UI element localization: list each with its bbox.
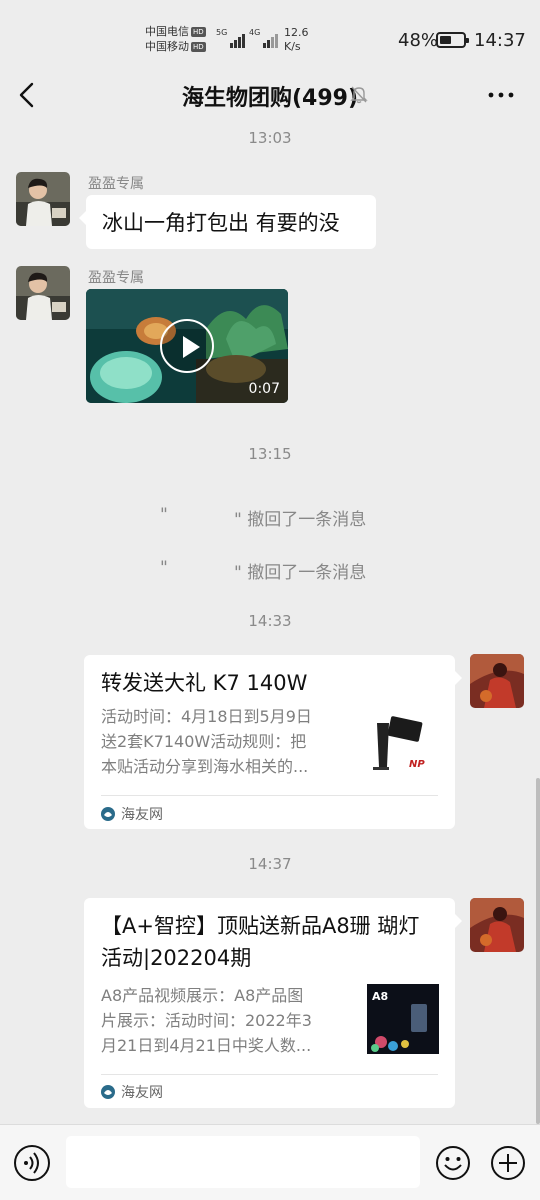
timestamp: 14:37 <box>248 855 292 873</box>
avatar[interactable] <box>16 172 70 226</box>
status-bar: 中国电信 HD 中国移动 HD 5G 4G 12.6 K/s 48% 14:37 <box>0 0 540 70</box>
message-list[interactable]: 13:03 盈盈专属 冰山一角打包出 有要的没 盈盈专属 0:07 13:15 … <box>0 120 540 1124</box>
timestamp: 13:15 <box>248 445 292 463</box>
link-card[interactable]: 【A+智控】顶贴送新品A8珊 瑚灯 活动|202204期 A8产品视频展示：A8… <box>84 898 462 1108</box>
network-speed: 12.6 K/s <box>284 26 309 53</box>
avatar[interactable] <box>16 266 70 320</box>
carrier-2: 中国移动 <box>145 40 189 53</box>
plus-icon[interactable] <box>490 1145 526 1181</box>
signal-5g-icon: 5G <box>216 28 246 48</box>
signal-4g-icon: 4G <box>249 28 279 48</box>
self-avatar[interactable] <box>470 654 524 708</box>
thumbnail-label: A8 <box>372 990 388 1003</box>
input-bar <box>0 1124 540 1200</box>
card-source: 海友网 <box>101 804 163 824</box>
card-desc-line: 月21日到4月21日中奖人数... <box>101 1036 312 1055</box>
battery-fill <box>440 36 451 44</box>
chat-header: 海生物团购(499) <box>0 70 540 120</box>
more-icon[interactable] <box>486 82 516 108</box>
source-logo-icon <box>101 1085 115 1099</box>
scrollbar[interactable] <box>536 778 540 1124</box>
card-thumbnail: NP <box>367 709 439 781</box>
voice-icon[interactable] <box>14 1145 50 1181</box>
message-text: 冰山一角打包出 有要的没 <box>102 211 340 235</box>
card-desc-line: 片展示：活动时间：2022年3 <box>101 1011 312 1030</box>
mute-bell-icon <box>350 86 368 104</box>
timestamp: 13:03 <box>248 129 292 147</box>
sender-name: 盈盈专属 <box>88 176 144 192</box>
battery-percent: 48% <box>398 30 439 51</box>
card-title: 转发送大礼 K7 140W <box>101 671 308 695</box>
card-thumbnail: A8 <box>367 984 439 1054</box>
self-avatar[interactable] <box>470 898 524 952</box>
page-title[interactable]: 海生物团购(499) <box>0 80 540 112</box>
message-bubble[interactable]: 冰山一角打包出 有要的没 <box>79 195 376 249</box>
svg-text:NP: NP <box>409 759 425 770</box>
video-duration: 0:07 <box>248 381 280 397</box>
hd-badge: HD <box>191 42 206 52</box>
card-desc-line: 本贴活动分享到海水相关的... <box>101 757 309 776</box>
carrier-info: 中国电信 HD 中国移动 HD <box>145 24 206 54</box>
timestamp: 14:33 <box>248 612 292 630</box>
link-card[interactable]: 转发送大礼 K7 140W 活动时间：4月18日到5月9日 送2套K7140W活… <box>84 655 462 829</box>
sender-name: 盈盈专属 <box>88 270 144 286</box>
card-source: 海友网 <box>101 1082 163 1102</box>
message-input[interactable] <box>66 1136 420 1188</box>
source-logo-icon <box>101 807 115 821</box>
card-desc-line: 送2套K7140W活动规则：把 <box>101 732 307 751</box>
card-title: 【A+智控】顶贴送新品A8珊 瑚灯 活动|202204期 <box>101 914 420 970</box>
card-divider <box>101 1074 438 1075</box>
emoji-icon[interactable] <box>435 1145 471 1181</box>
play-icon[interactable] <box>160 319 214 373</box>
card-divider <box>101 795 438 796</box>
hd-badge: HD <box>191 27 206 37</box>
carrier-1: 中国电信 <box>145 25 189 38</box>
card-desc-line: A8产品视频展示：A8产品图 <box>101 986 304 1005</box>
video-message[interactable]: 0:07 <box>86 289 288 403</box>
battery-icon <box>436 32 469 48</box>
card-desc-line: 活动时间：4月18日到5月9日 <box>101 707 312 726</box>
status-time: 14:37 <box>474 30 526 51</box>
